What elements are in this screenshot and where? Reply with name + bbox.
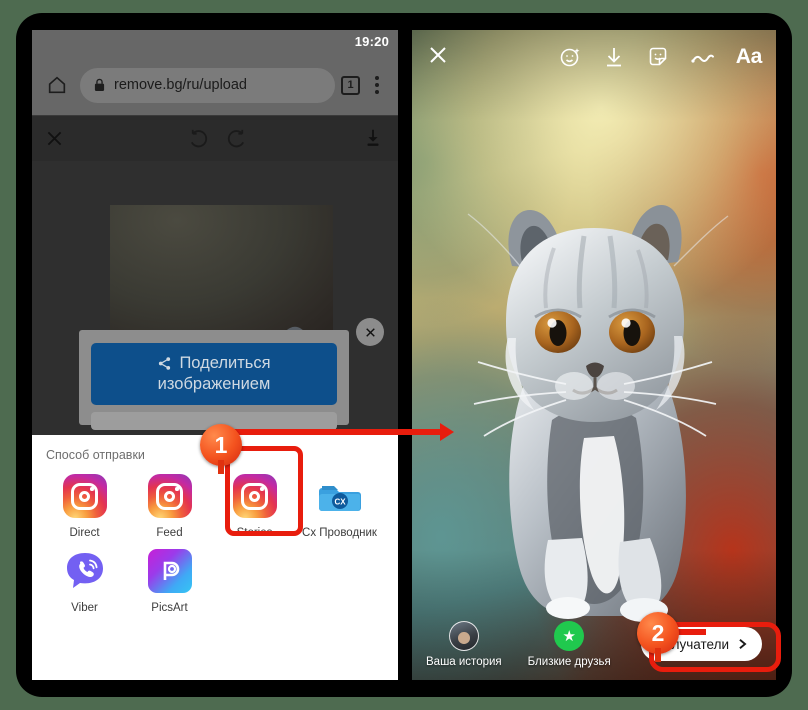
share-target-label: Viber: [71, 602, 98, 614]
redo-icon[interactable]: [225, 127, 248, 155]
share-image-button[interactable]: Поделиться изображением: [91, 343, 337, 405]
svg-text:CX: CX: [334, 498, 346, 507]
destination-label: Ваша история: [426, 655, 502, 668]
share-target-picsart[interactable]: PicsArt: [127, 549, 212, 614]
left-phone-screen: 19:20 remove.bg/ru/upload 1 Поделиться и…: [32, 30, 398, 680]
instagram-icon: [147, 474, 192, 518]
destination-your-story[interactable]: Ваша история: [426, 620, 502, 668]
browser-toolbar: remove.bg/ru/upload 1: [32, 55, 398, 115]
avatar: [448, 620, 479, 651]
share-target-cx-explorer[interactable]: CX Cx Проводник: [297, 474, 382, 539]
close-friends-star-icon: ★: [554, 620, 585, 651]
share-target-stories[interactable]: Stories: [212, 474, 297, 539]
download-icon[interactable]: [602, 45, 626, 69]
right-phone-screen: Aa Ваша история ★ Близкие друзья Получат…: [412, 30, 776, 680]
share-sheet-row: Viber PicsArt: [32, 549, 398, 614]
share-target-label: Feed: [156, 527, 183, 539]
share-target-viber[interactable]: Viber: [42, 549, 127, 614]
step-badge-1: 1: [200, 424, 242, 466]
close-icon[interactable]: [44, 128, 65, 154]
android-status-bar: 19:20: [32, 30, 398, 55]
download-icon[interactable]: [362, 127, 384, 154]
step-badge-2: 2: [637, 612, 679, 654]
share-target-label: Stories: [236, 527, 273, 539]
share-target-label: PicsArt: [151, 602, 188, 614]
chevron-right-icon: [739, 638, 747, 650]
close-circle-icon[interactable]: [356, 318, 384, 346]
address-bar[interactable]: remove.bg/ru/upload: [80, 67, 335, 103]
draw-squiggle-icon[interactable]: [690, 45, 716, 69]
text-tool-icon[interactable]: Aa: [736, 45, 763, 69]
instagram-icon: [62, 474, 107, 518]
story-editor-top-bar: Aa: [412, 30, 776, 84]
android-share-sheet: Способ отправки Direct Feed Stories CX C…: [32, 435, 398, 680]
tab-counter[interactable]: 1: [341, 75, 360, 95]
cx-explorer-folder-icon: CX: [318, 474, 362, 518]
kitten-cutout-image: [467, 205, 729, 622]
share-target-label: Cx Проводник: [302, 527, 377, 539]
kebab-menu-icon[interactable]: [364, 76, 390, 94]
viber-icon: [63, 549, 107, 593]
share-nodes-icon: [159, 357, 171, 370]
close-icon[interactable]: [426, 43, 450, 72]
share-target-direct[interactable]: Direct: [42, 474, 127, 539]
annotation-arrow-head: [440, 423, 454, 441]
share-sheet-row: Direct Feed Stories CX Cx Проводник: [32, 474, 398, 539]
share-target-label: Direct: [69, 527, 100, 539]
share-target-feed[interactable]: Feed: [127, 474, 212, 539]
lock-icon: [94, 78, 105, 92]
status-bar-clock: 19:20: [354, 34, 389, 49]
removebg-share-card: Поделиться изображением: [79, 330, 349, 430]
sticker-icon[interactable]: [646, 45, 670, 69]
address-bar-url: remove.bg/ru/upload: [114, 77, 247, 93]
home-icon[interactable]: [40, 74, 74, 96]
share-button-label-line2: изображением: [157, 375, 271, 393]
share-sheet-grid: Direct Feed Stories CX Cx Проводник Vibe…: [32, 462, 398, 614]
undo-icon[interactable]: [187, 127, 210, 155]
instagram-icon: [232, 474, 277, 518]
destination-label: Близкие друзья: [527, 655, 611, 668]
share-button-label-line1: Поделиться: [179, 354, 271, 372]
screenshot-root: 19:20 remove.bg/ru/upload 1 Поделиться и…: [0, 0, 808, 710]
annotation-arrow-shaft: [231, 429, 446, 435]
story-editor-bottom-bar: Ваша история ★ Близкие друзья Получатели: [412, 608, 776, 680]
editor-toolbar: [32, 115, 398, 161]
picsart-icon: [147, 549, 192, 593]
destination-close-friends[interactable]: ★ Близкие друзья: [527, 620, 611, 668]
face-sparkle-effects-icon[interactable]: [558, 45, 582, 69]
